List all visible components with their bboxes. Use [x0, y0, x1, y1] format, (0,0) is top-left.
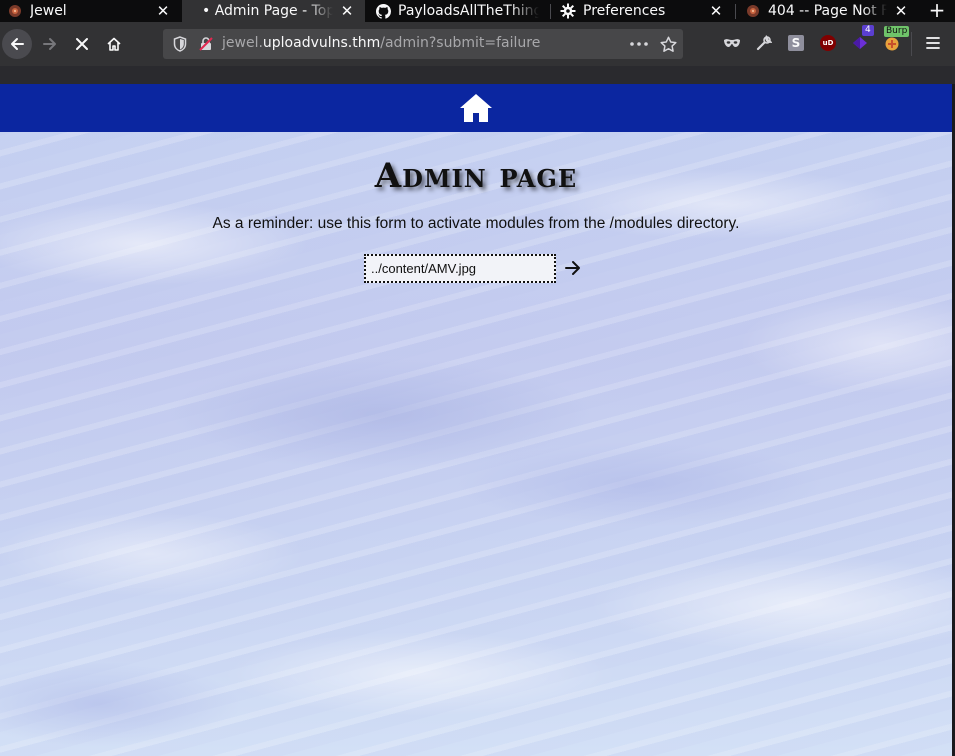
- close-icon[interactable]: ✕: [708, 3, 724, 19]
- url-text: jewel.uploadvulns.thm/admin?submit=failu…: [222, 35, 540, 51]
- url-bar[interactable]: jewel.uploadvulns.thm/admin?submit=failu…: [163, 29, 683, 59]
- stop-button[interactable]: [67, 29, 97, 59]
- url-path: /admin?submit=failure: [380, 35, 541, 51]
- shield-icon[interactable]: [170, 34, 190, 54]
- diamond-extension-icon[interactable]: 4: [850, 25, 874, 53]
- wrench-icon[interactable]: [754, 33, 774, 53]
- tab-jewel[interactable]: Jewel ✕: [0, 0, 181, 22]
- burp-badge: Burp: [884, 26, 910, 37]
- page-title: Admin page: [374, 156, 578, 196]
- page-actions-icon[interactable]: [629, 34, 649, 54]
- gear-icon: [560, 3, 576, 19]
- home-icon: [107, 37, 121, 51]
- tab-title: PayloadsAllTheThings: [398, 3, 539, 19]
- tab-title: • Admin Page - Top Secret: [202, 3, 333, 19]
- home-icon: [460, 94, 492, 122]
- toolbar-gap: [0, 66, 955, 84]
- tab-title: Jewel: [30, 3, 67, 19]
- site-header: [0, 84, 952, 132]
- submit-button[interactable]: [562, 257, 584, 279]
- forward-button[interactable]: [35, 29, 65, 59]
- page-viewport: Admin page As a reminder: use this form …: [0, 84, 952, 756]
- module-path-input[interactable]: [364, 254, 556, 283]
- tab-404[interactable]: 404 -- Page Not Found ✕: [736, 0, 919, 22]
- tab-preferences[interactable]: Preferences ✕: [551, 0, 734, 22]
- tab-admin-page[interactable]: • Admin Page - Top Secret ✕: [182, 0, 365, 22]
- site-favicon-icon: [7, 3, 23, 19]
- burp-proxy-icon[interactable]: Burp: [882, 26, 910, 53]
- back-arrow-icon: [2, 29, 32, 59]
- url-prefix: jewel.: [222, 35, 263, 51]
- close-icon[interactable]: ✕: [893, 3, 909, 19]
- new-tab-button[interactable]: +: [927, 0, 947, 22]
- insecure-lock-icon[interactable]: [196, 34, 216, 54]
- extension-badge: 4: [862, 25, 874, 36]
- arrow-right-icon: [565, 261, 580, 275]
- home-link[interactable]: [459, 91, 493, 125]
- close-icon[interactable]: ✕: [155, 3, 171, 19]
- hamburger-menu-icon[interactable]: [923, 33, 943, 53]
- bookmark-star-icon[interactable]: [658, 34, 678, 54]
- ublock-icon[interactable]: uD: [818, 33, 838, 53]
- close-icon[interactable]: ✕: [339, 3, 355, 19]
- tab-title: 404 -- Page Not Found: [768, 3, 887, 19]
- tab-strip: Jewel ✕ • Admin Page - Top Secret ✕ Payl…: [0, 0, 955, 22]
- home-button[interactable]: [99, 29, 129, 59]
- tab-title: Preferences: [583, 3, 666, 19]
- stop-icon: [76, 38, 88, 50]
- extension-s-icon[interactable]: S: [786, 33, 806, 53]
- navigation-toolbar: jewel.uploadvulns.thm/admin?submit=failu…: [0, 22, 955, 66]
- back-button[interactable]: [2, 29, 32, 59]
- mask-icon[interactable]: [722, 33, 742, 53]
- site-favicon-icon: [745, 3, 761, 19]
- reminder-text: As a reminder: use this form to activate…: [212, 215, 740, 232]
- url-host: uploadvulns.thm: [262, 35, 381, 51]
- forward-arrow-icon: [43, 38, 56, 50]
- github-icon: [375, 3, 391, 19]
- toolbar-separator: [911, 32, 912, 56]
- tab-payloads[interactable]: PayloadsAllTheThings: [366, 0, 549, 22]
